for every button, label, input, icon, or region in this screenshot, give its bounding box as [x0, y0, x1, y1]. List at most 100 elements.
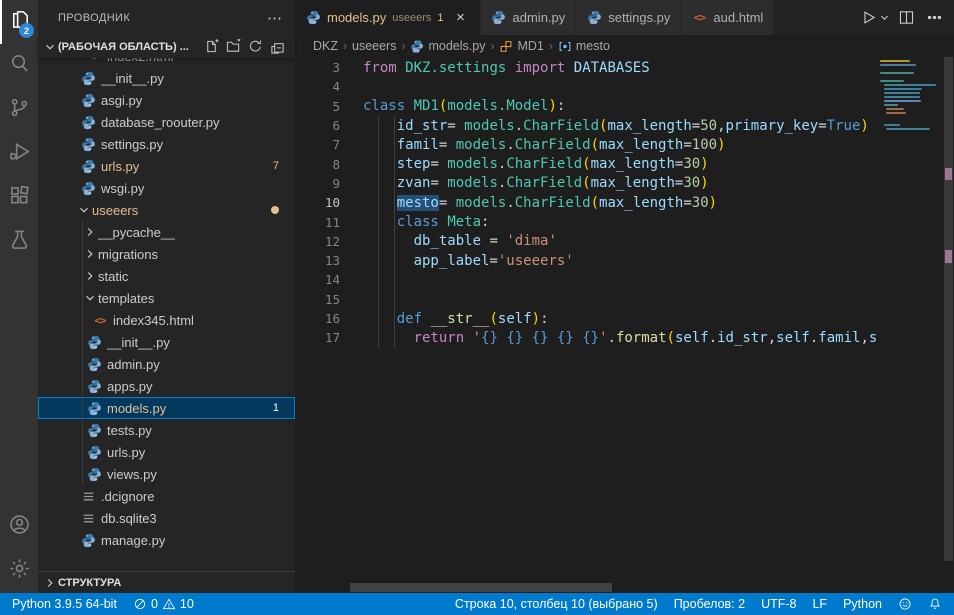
tree-item-static[interactable]: static	[38, 265, 295, 287]
code-line-14[interactable]: 14	[295, 270, 878, 289]
vertical-scrollbar[interactable]	[943, 57, 954, 593]
tree-item-settings.py[interactable]: settings.py	[38, 133, 295, 155]
tab-aud.html[interactable]: <>aud.html	[681, 0, 774, 35]
line-text: step= models.CharField(max_length=30)	[363, 156, 709, 172]
code-line-17[interactable]: 17 return '{} {} {} {} {}'.format(self.i…	[295, 328, 878, 347]
error-icon	[133, 597, 147, 611]
indent-guide	[378, 116, 379, 348]
tree-item-__pycache__[interactable]: __pycache__	[38, 221, 295, 243]
code-line-15[interactable]: 15	[295, 290, 878, 309]
testing-icon	[8, 228, 31, 256]
code-line-11[interactable]: 11 class Meta:	[295, 212, 878, 231]
activity-source-control-button[interactable]	[0, 88, 38, 132]
line-number: 13	[295, 253, 340, 268]
encoding[interactable]: UTF-8	[753, 593, 804, 615]
outline-section-header[interactable]: СТРУКТУРА	[38, 571, 295, 593]
breadcrumb-separator: ›	[401, 39, 405, 53]
code-line-10[interactable]: 10 mesto= models.CharField(max_length=30…	[295, 193, 878, 212]
more-button[interactable]	[922, 6, 946, 30]
breadcrumb-item-mesto[interactable]: mesto	[558, 39, 610, 53]
tree-item-label: db.sqlite3	[101, 511, 157, 526]
breadcrumb-item-MD1[interactable]: MD1	[499, 39, 543, 53]
sidebar-header: ПРОВОДНИК ⋯	[38, 0, 295, 35]
breadcrumb-item-DKZ[interactable]: DKZ	[313, 39, 338, 53]
source-control-icon	[8, 96, 31, 124]
tree-item-manage.py[interactable]: manage.py	[38, 529, 295, 551]
tree-item-__init__.py[interactable]: __init__.py	[38, 67, 295, 89]
tree-item-admin.py[interactable]: admin.py	[38, 353, 295, 375]
run-dropdown-button[interactable]	[878, 6, 890, 30]
extensions-icon	[8, 184, 31, 212]
tree-item-models.py[interactable]: models.py1	[38, 397, 295, 419]
workspace-section-header[interactable]: (РАБОЧАЯ ОБЛАСТЬ) ...	[38, 35, 295, 58]
activity-search-button[interactable]	[0, 44, 38, 88]
tab-settings.py[interactable]: settings.py	[576, 0, 681, 35]
tree-item-index2.html[interactable]: <>index2.html	[38, 58, 295, 67]
problems-indicator[interactable]: 010	[125, 593, 202, 615]
more-actions-icon[interactable]: ⋯	[267, 9, 283, 27]
tree-item-db.sqlite3[interactable]: db.sqlite3	[38, 507, 295, 529]
minimap[interactable]	[878, 57, 943, 593]
code-line-8[interactable]: 8 step= models.CharField(max_length=30)	[295, 154, 878, 173]
editor-actions	[856, 0, 954, 35]
tree-item-urls.py[interactable]: urls.py7	[38, 155, 295, 177]
tree-item-apps.py[interactable]: apps.py	[38, 375, 295, 397]
eol-sequence[interactable]: LF	[804, 593, 835, 615]
code-line-3[interactable]: 3from DKZ.settings import DATABASES	[295, 58, 878, 77]
tree-item-index345.html[interactable]: <>index345.html	[38, 309, 295, 331]
problems-badge: 7	[273, 160, 279, 172]
code-line-4[interactable]: 4	[295, 77, 878, 96]
line-number: 6	[295, 118, 340, 133]
code-line-7[interactable]: 7 famil= models.CharField(max_length=100…	[295, 135, 878, 154]
encoding-label: UTF-8	[761, 597, 796, 611]
line-text: famil= models.CharField(max_length=100)	[363, 137, 726, 153]
code-line-6[interactable]: 6 id_str= models.CharField(max_length=50…	[295, 116, 878, 135]
feedback[interactable]	[890, 593, 920, 615]
language-mode[interactable]: Python	[835, 593, 890, 615]
new-folder-button[interactable]	[223, 37, 243, 57]
horizontal-scrollbar[interactable]	[350, 583, 612, 592]
code-editor[interactable]: 3from DKZ.settings import DATABASES45cla…	[295, 57, 954, 593]
tree-item-label: tests.py	[107, 423, 152, 438]
indentation[interactable]: Пробелов: 2	[666, 593, 753, 615]
notifications[interactable]	[920, 593, 950, 615]
run-button[interactable]	[856, 6, 880, 30]
tree-item-database_roouter.py[interactable]: database_roouter.py	[38, 111, 295, 133]
line-number: 17	[295, 330, 340, 345]
tree-item-views.py[interactable]: views.py	[38, 463, 295, 485]
tree-item-templates[interactable]: templates	[38, 287, 295, 309]
breadcrumb-item-models.py[interactable]: models.py	[410, 39, 485, 53]
activity-extensions-button[interactable]	[0, 176, 38, 220]
activity-run-debug-button[interactable]	[0, 132, 38, 176]
code-line-5[interactable]: 5class MD1(models.Model):	[295, 97, 878, 116]
new-file-button[interactable]	[201, 37, 221, 57]
close-icon[interactable]: ×	[452, 9, 470, 27]
tree-item-.dcignore[interactable]: .dcignore	[38, 485, 295, 507]
tree-item-asgi.py[interactable]: asgi.py	[38, 89, 295, 111]
activity-testing-button[interactable]	[0, 220, 38, 264]
breadcrumb-item-useeers[interactable]: useeers	[352, 39, 396, 53]
tree-item-tests.py[interactable]: tests.py	[38, 419, 295, 441]
cursor-position[interactable]: Строка 10, столбец 10 (выбрано 5)	[447, 593, 666, 615]
tab-models.py[interactable]: models.pyuseeers1×	[295, 0, 481, 35]
code-line-13[interactable]: 13 app_label='useeers'	[295, 251, 878, 270]
refresh-button[interactable]	[245, 37, 265, 57]
tab-admin.py[interactable]: admin.py	[481, 0, 577, 35]
tree-item-__init__.py[interactable]: __init__.py	[38, 331, 295, 353]
split-editor-button[interactable]	[894, 6, 918, 30]
collapse-all-button[interactable]	[267, 37, 287, 57]
html-icon: <>	[92, 312, 108, 328]
code-line-9[interactable]: 9 zvan= models.CharField(max_length=30)	[295, 174, 878, 193]
tree-item-migrations[interactable]: migrations	[38, 243, 295, 265]
line-text: from DKZ.settings import DATABASES	[363, 60, 650, 76]
code-line-12[interactable]: 12 db_table = 'dima'	[295, 232, 878, 251]
python-interpreter[interactable]: Python 3.9.5 64-bit	[4, 593, 125, 615]
activity-accounts-button[interactable]	[0, 505, 38, 549]
tree-item-wsgi.py[interactable]: wsgi.py	[38, 177, 295, 199]
activity-settings-button[interactable]	[0, 549, 38, 593]
code-line-16[interactable]: 16 def __str__(self):	[295, 309, 878, 328]
tree-item-urls.py[interactable]: urls.py	[38, 441, 295, 463]
tree-item-useeers[interactable]: useeers	[38, 199, 295, 221]
activity-explorer-button[interactable]: 2	[0, 0, 38, 44]
breadcrumb: DKZ›useeers›models.py›MD1›mesto	[295, 35, 954, 57]
